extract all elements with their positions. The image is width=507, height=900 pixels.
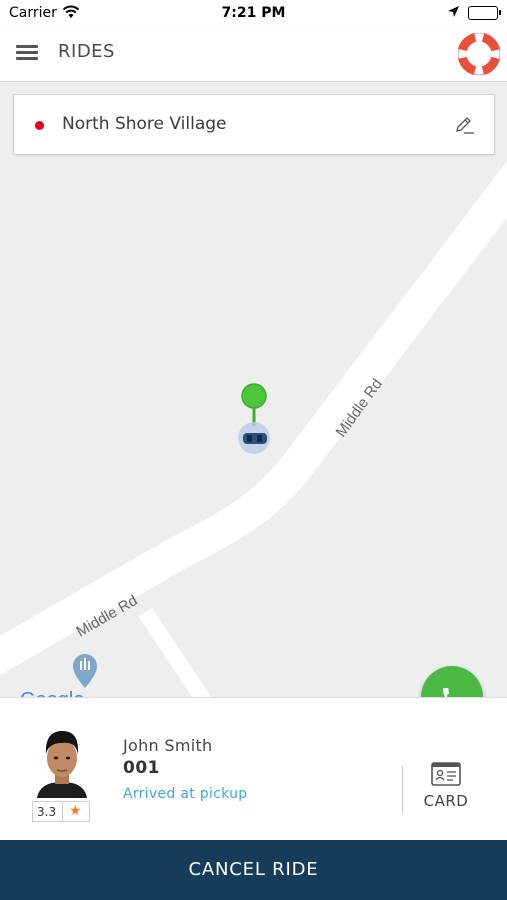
nav-bar: RIDES xyxy=(0,28,507,82)
rating-value: 3.3 xyxy=(37,805,57,819)
driver-pin-icon xyxy=(241,383,267,426)
pickup-address-field[interactable]: North Shore Village xyxy=(13,94,495,155)
map-view[interactable]: Middle Rd Middle Rd Google xyxy=(0,82,507,697)
card-button[interactable]: CARD xyxy=(414,762,478,818)
pickup-address: North Shore Village xyxy=(62,114,227,134)
cancel-ride-button[interactable]: CANCEL RIDE xyxy=(0,840,507,900)
divider xyxy=(402,766,403,814)
location-arrow-icon xyxy=(447,5,460,22)
star-icon: ★ xyxy=(69,803,82,819)
vehicle-number: 001 xyxy=(123,758,160,778)
battery-icon xyxy=(468,6,501,20)
clock: 7:21 PM xyxy=(221,5,286,21)
hamburger-menu-icon[interactable] xyxy=(16,45,40,65)
ride-status: Arrived at pickup xyxy=(123,786,248,802)
pencil-edit-icon[interactable] xyxy=(452,113,476,137)
lifebuoy-icon[interactable] xyxy=(457,32,501,76)
driver-rating: 3.3 ★ xyxy=(32,801,90,822)
status-bar: Carrier 7:21 PM xyxy=(0,0,507,28)
avatar xyxy=(35,726,89,798)
id-card-icon xyxy=(431,762,461,786)
page-title: RIDES xyxy=(58,41,115,62)
poi-marker-icon xyxy=(73,654,97,688)
pickup-marker-icon xyxy=(35,121,44,130)
driver-name: John Smith xyxy=(123,736,213,755)
driver-info-panel: 3.3 ★ John Smith 001 Arrived at pickup C… xyxy=(0,697,507,840)
card-label: CARD xyxy=(423,792,469,810)
google-logo: Google xyxy=(20,689,85,697)
car-marker-icon xyxy=(238,422,270,454)
